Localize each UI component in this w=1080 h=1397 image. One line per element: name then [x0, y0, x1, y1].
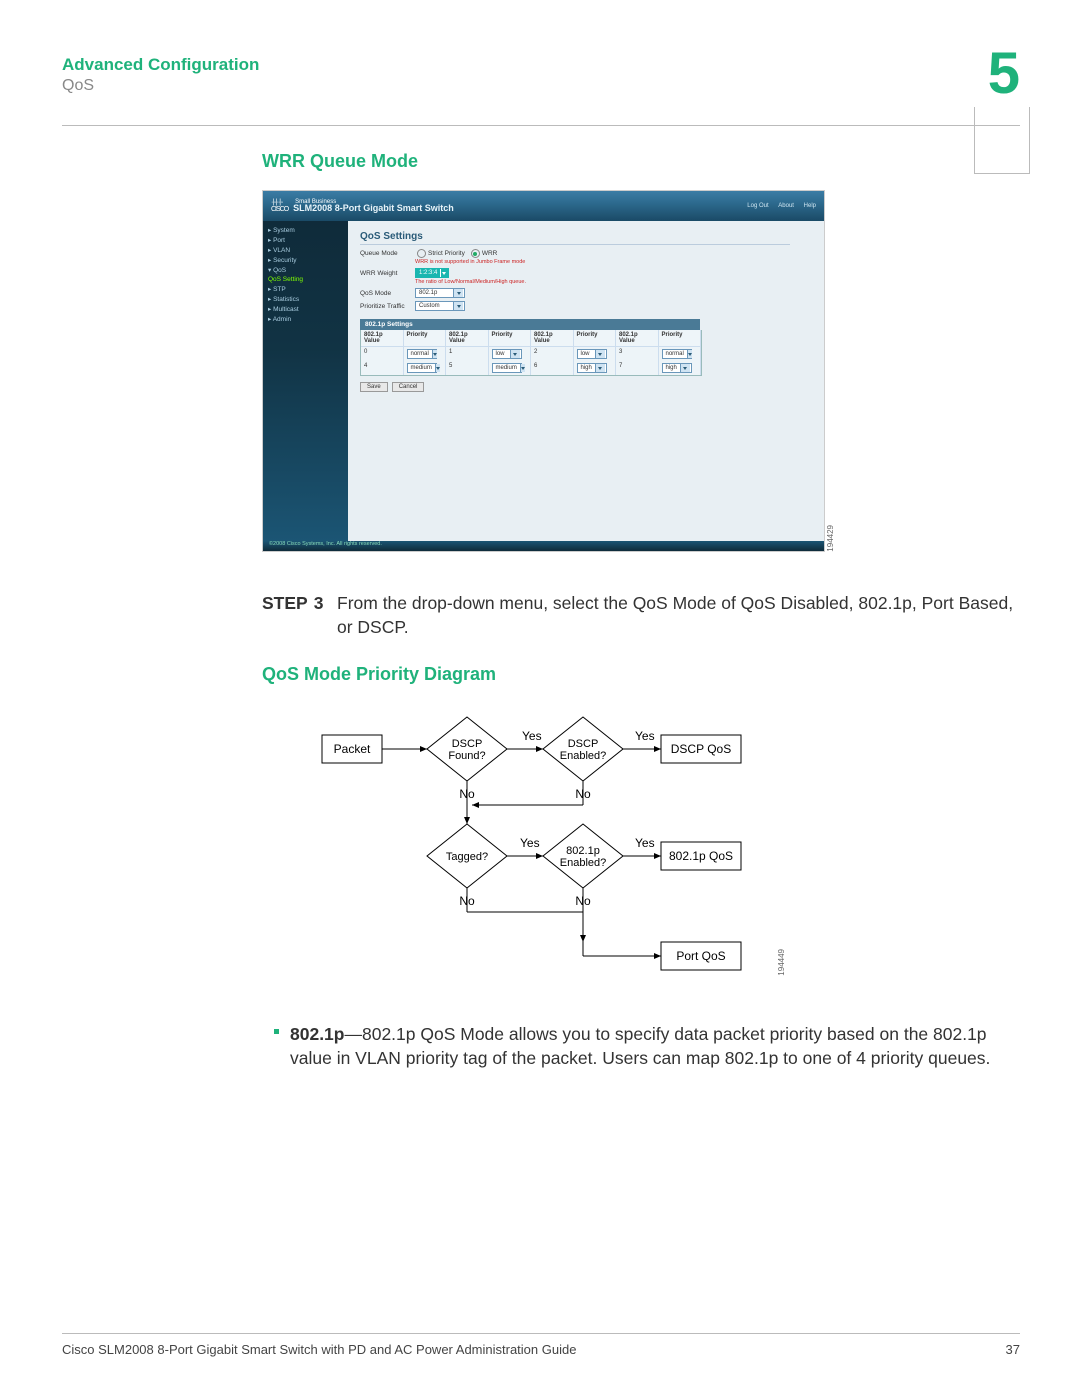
page-footer: Cisco SLM2008 8-Port Gigabit Smart Switc…: [62, 1333, 1020, 1357]
screenshot-copyright: ©2008 Cisco Systems, Inc. All rights res…: [263, 541, 824, 551]
top-links: Log Out About Help: [739, 203, 816, 209]
priority-dropdown[interactable]: low: [492, 349, 522, 359]
priority-dropdown[interactable]: medium: [407, 363, 437, 373]
chevron-down-icon: [520, 364, 525, 372]
chevron-down-icon: [680, 364, 690, 372]
nav-port[interactable]: ▸ Port: [263, 235, 348, 245]
wrr-text: WRR: [482, 250, 498, 257]
chapter-number-frame: [974, 107, 1030, 174]
svg-text:802.1p: 802.1p: [566, 845, 600, 857]
qos-screenshot: ·|··|··|··CISCO Small Business SLM2008 8…: [262, 190, 825, 552]
qos-mode-label: QoS Mode: [360, 290, 415, 297]
svg-text:802.1p QoS: 802.1p QoS: [669, 849, 733, 863]
queue-mode-label: Queue Mode: [360, 250, 415, 257]
svg-text:Tagged?: Tagged?: [446, 851, 488, 863]
table-title: 802.1p Settings: [360, 319, 700, 330]
svg-text:Yes: Yes: [522, 729, 542, 743]
svg-text:Yes: Yes: [520, 836, 540, 850]
cisco-logo-icon: ·|··|··|··CISCO: [271, 199, 288, 213]
left-nav: ▸ System ▸ Port ▸ VLAN ▸ Security ▾ QoS …: [263, 221, 348, 541]
svg-text:Packet: Packet: [334, 742, 371, 756]
svg-text:Yes: Yes: [635, 836, 655, 850]
chevron-down-icon: [595, 350, 605, 358]
svg-text:Found?: Found?: [448, 750, 485, 762]
page-header: Advanced Configuration QoS 5: [62, 55, 1020, 95]
page-number: 37: [1006, 1342, 1020, 1357]
section-subtitle: QoS: [62, 77, 1020, 95]
wrr-weight-hint: The ratio of Low/Normal/Medium/High queu…: [415, 279, 824, 285]
priority-dropdown[interactable]: normal: [407, 349, 437, 359]
chapter-number: 5: [988, 45, 1020, 103]
chevron-down-icon: [687, 350, 692, 358]
svg-text:Enabled?: Enabled?: [560, 750, 607, 762]
bullet-icon: [262, 1023, 290, 1070]
svg-text:DSCP QoS: DSCP QoS: [671, 742, 731, 756]
bullet-text: 802.1p—802.1p QoS Mode allows you to spe…: [290, 1023, 1027, 1070]
priority-dropdown[interactable]: low: [577, 349, 607, 359]
step-text: From the drop-down menu, select the QoS …: [337, 592, 1027, 639]
logout-link[interactable]: Log Out: [747, 203, 768, 209]
wrr-radio[interactable]: [471, 249, 480, 258]
priority-dropdown[interactable]: high: [577, 363, 607, 373]
nav-admin[interactable]: ▸ Admin: [263, 314, 348, 324]
panel-title: QoS Settings: [360, 231, 790, 245]
chevron-down-icon: [453, 302, 463, 310]
nav-system[interactable]: ▸ System: [263, 225, 348, 235]
chevron-down-icon: [440, 269, 447, 277]
step-word: STEP: [262, 592, 308, 639]
svg-text:Yes: Yes: [635, 729, 655, 743]
step-3: STEP 3 From the drop-down menu, select t…: [262, 592, 1027, 639]
chevron-down-icon: [453, 289, 463, 297]
svg-text:DSCP: DSCP: [452, 738, 483, 750]
nav-stp[interactable]: ▸ STP: [263, 284, 348, 294]
chevron-down-icon: [435, 364, 440, 372]
802-1p-table: 802.1p Value Priority 802.1p Value Prior…: [360, 330, 702, 376]
nav-qos-setting[interactable]: QoS Setting: [263, 275, 348, 284]
svg-text:Enabled?: Enabled?: [560, 857, 607, 869]
table-row: 0 normal 1 low 2 low 3 normal: [361, 347, 701, 361]
nav-multicast[interactable]: ▸ Multicast: [263, 304, 348, 314]
nav-security[interactable]: ▸ Security: [263, 255, 348, 265]
about-link[interactable]: About: [778, 203, 794, 209]
header-divider: [62, 125, 1020, 126]
priority-flowchart: Packet DSCP Found? Yes DSCP Enabled? Yes…: [317, 705, 762, 975]
qos-mode-dropdown[interactable]: 802.1p: [415, 288, 465, 298]
nav-qos[interactable]: ▾ QoS: [263, 265, 348, 275]
strict-priority-text: Strict Priority: [428, 250, 465, 257]
table-row: 4 medium 5 medium 6 high 7 high: [361, 361, 701, 375]
prioritize-label: Prioritize Traffic: [360, 303, 415, 310]
nav-vlan[interactable]: ▸ VLAN: [263, 245, 348, 255]
footer-doc-title: Cisco SLM2008 8-Port Gigabit Smart Switc…: [62, 1342, 576, 1357]
cancel-button[interactable]: Cancel: [392, 382, 425, 392]
wrr-weight-dropdown[interactable]: 1:2:3:4: [415, 268, 449, 278]
chevron-down-icon: [595, 364, 605, 372]
svg-text:DSCP: DSCP: [568, 738, 599, 750]
nav-statistics[interactable]: ▸ Statistics: [263, 294, 348, 304]
chevron-down-icon: [432, 350, 437, 358]
strict-priority-radio[interactable]: [417, 249, 426, 258]
svg-text:Port QoS: Port QoS: [676, 949, 725, 963]
chevron-down-icon: [510, 350, 520, 358]
bullet-802-1p: 802.1p—802.1p QoS Mode allows you to spe…: [262, 1023, 1027, 1070]
priority-dropdown[interactable]: normal: [662, 349, 692, 359]
table-header-row: 802.1p Value Priority 802.1p Value Prior…: [361, 330, 701, 347]
section-title: Advanced Configuration: [62, 55, 1020, 75]
help-link[interactable]: Help: [804, 203, 816, 209]
subheading-priority-diagram: QoS Mode Priority Diagram: [262, 664, 1027, 685]
product-name: SLM2008 8-Port Gigabit Smart Switch: [293, 203, 454, 213]
wrr-weight-label: WRR Weight: [360, 270, 415, 277]
step-number: 3: [314, 592, 324, 639]
priority-dropdown[interactable]: high: [662, 363, 692, 373]
prioritize-dropdown[interactable]: Custom: [415, 301, 465, 311]
priority-dropdown[interactable]: medium: [492, 363, 522, 373]
save-button[interactable]: Save: [360, 382, 388, 392]
subheading-wrr: WRR Queue Mode: [262, 151, 1027, 172]
queue-mode-hint: WRR is not supported in Jumbo Frame mode: [415, 259, 824, 265]
diagram-image-number: 194449: [777, 949, 786, 976]
screenshot-image-number: 194429: [826, 525, 835, 552]
